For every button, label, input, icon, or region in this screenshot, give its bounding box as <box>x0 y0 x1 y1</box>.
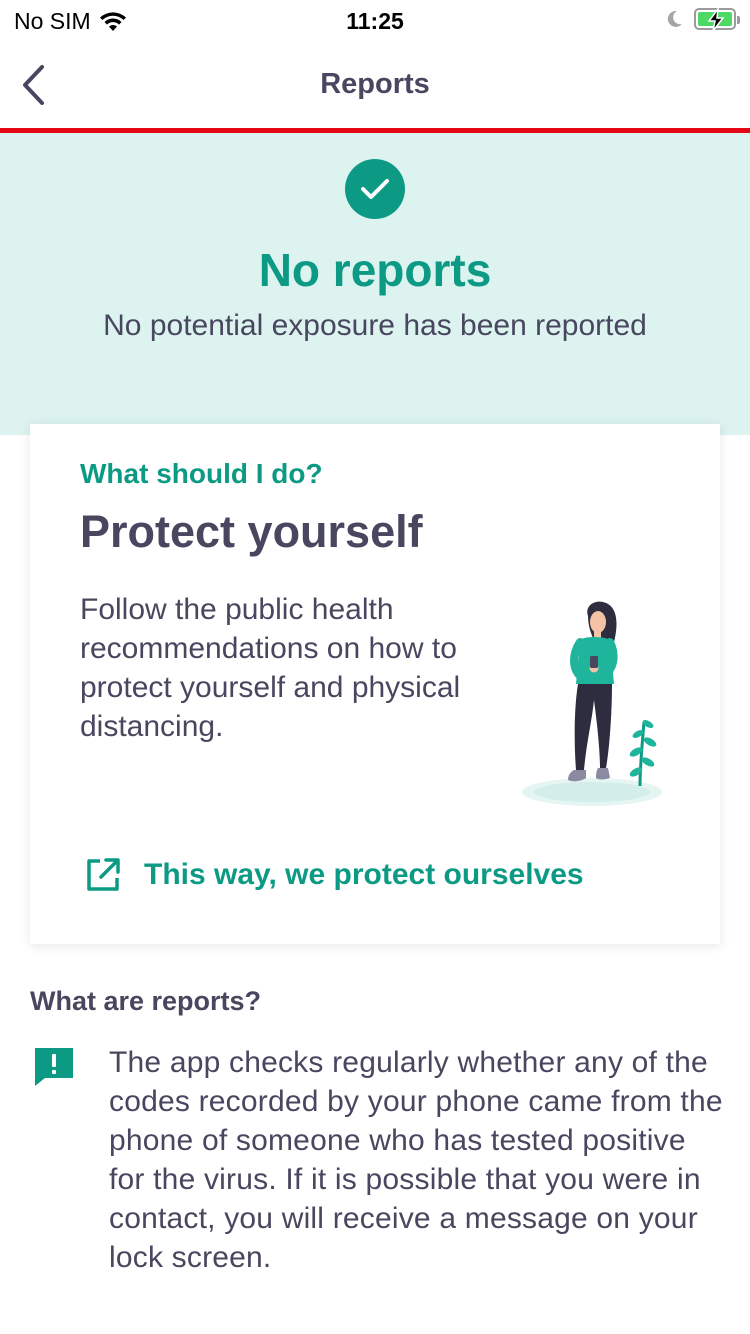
status-title: No reports <box>258 244 492 296</box>
status-right <box>664 8 740 32</box>
person-illustration <box>522 601 662 806</box>
card-title: Protect yourself <box>80 506 423 557</box>
status-subtitle: No potential exposure has been reported <box>103 309 647 342</box>
external-link[interactable]: This way, we protect ourselves <box>84 856 584 894</box>
status-time: 11:25 <box>346 8 404 34</box>
external-link-label: This way, we protect ourselves <box>144 858 584 891</box>
external-link-icon <box>87 858 120 891</box>
card-eyebrow: What should I do? <box>80 458 323 489</box>
alert-message-icon <box>35 1048 73 1086</box>
battery-icon <box>694 8 740 32</box>
info-heading: What are reports? <box>30 986 262 1016</box>
navigation-bar: Reports <box>0 42 750 128</box>
status-header: No reports No potential exposure has bee… <box>0 133 750 435</box>
advice-card: What should I do? Protect yourself Follo… <box>30 424 720 944</box>
check-icon <box>345 159 405 219</box>
status-bar: No SIM 11:25 <box>0 0 750 42</box>
moon-icon <box>667 10 682 27</box>
charging-bolt-icon <box>707 8 725 32</box>
page-title: Reports <box>320 68 430 100</box>
info-text: The app checks regularly whether any of … <box>109 1046 723 1274</box>
card-body: Follow the public health recommendations… <box>80 593 461 743</box>
